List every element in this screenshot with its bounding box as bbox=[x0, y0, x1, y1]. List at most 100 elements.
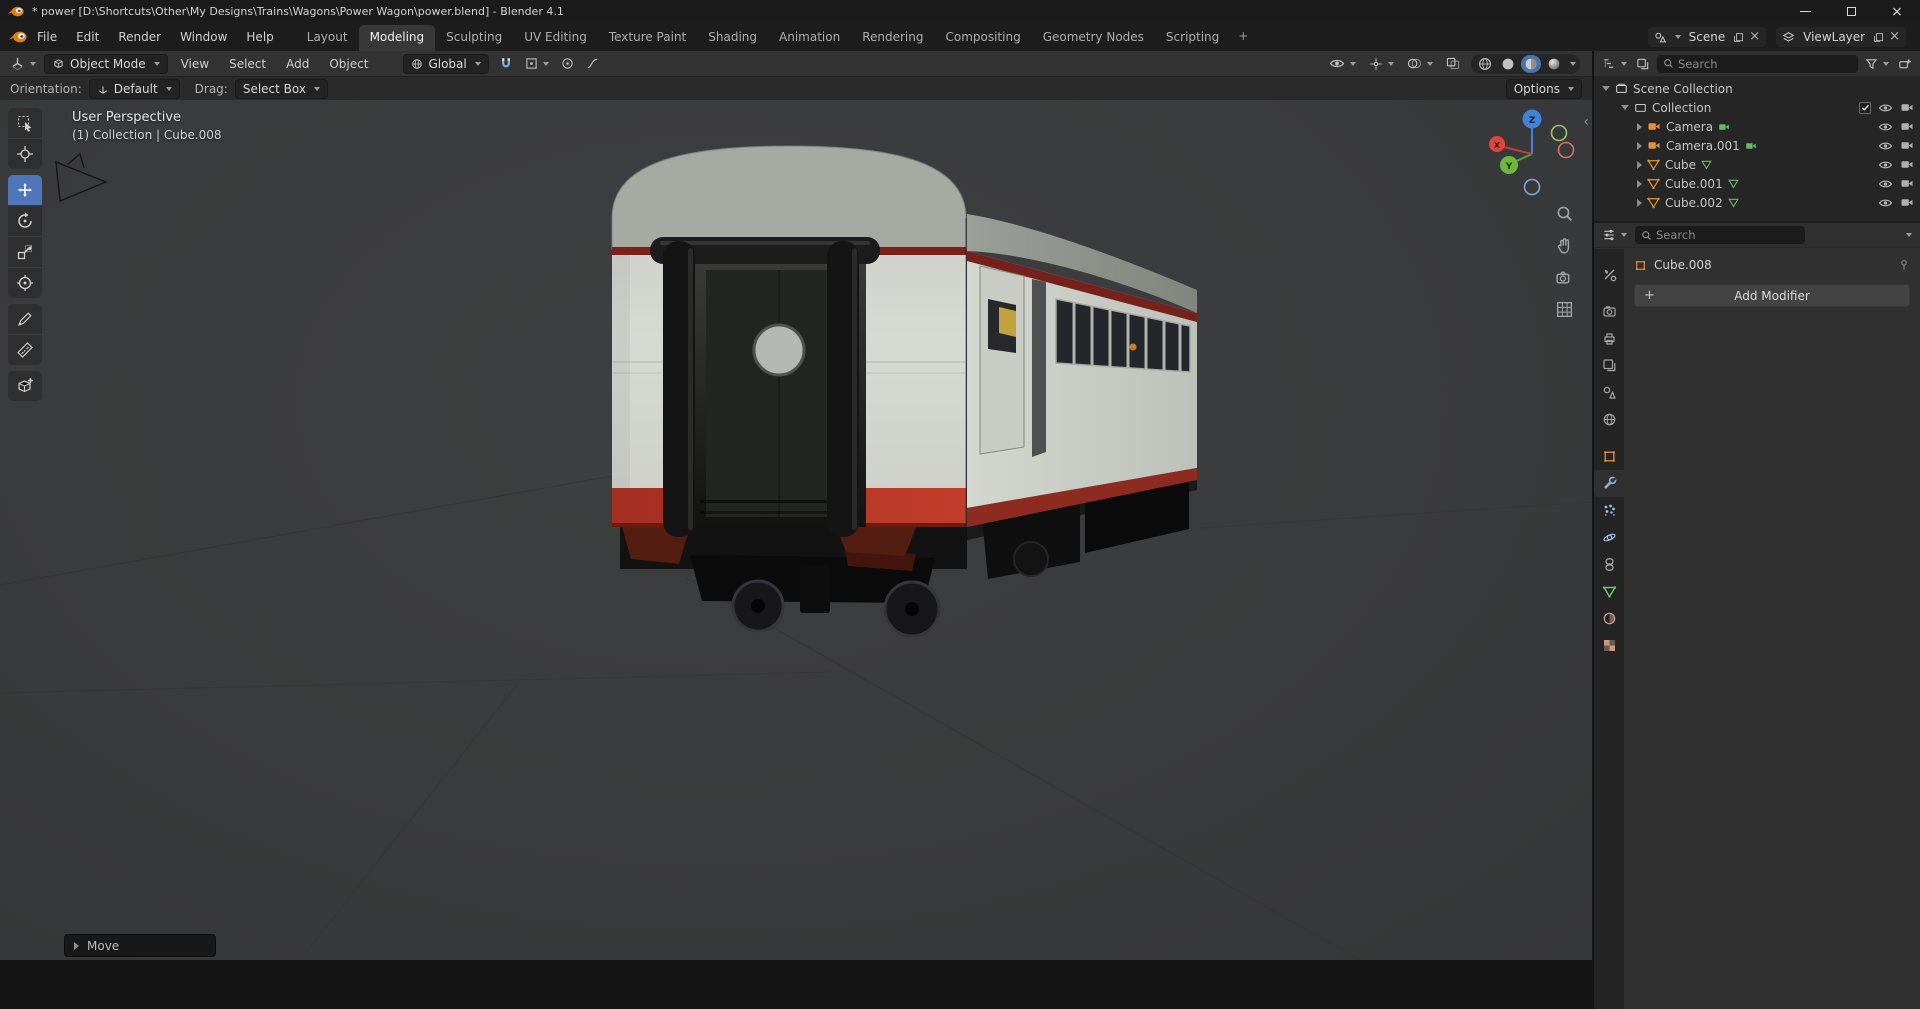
workspace-tab-sculpting[interactable]: Sculpting bbox=[435, 25, 513, 51]
camera-object-wireframe[interactable] bbox=[55, 152, 108, 203]
new-scene-icon[interactable] bbox=[1733, 32, 1744, 43]
eye-visibility-icon[interactable] bbox=[1878, 197, 1893, 209]
outliner-display-mode-button[interactable] bbox=[1634, 56, 1652, 72]
viewport-menu-add[interactable]: Add bbox=[279, 55, 316, 73]
viewlayer-selector[interactable]: ViewLayer × bbox=[1776, 27, 1906, 47]
pin-id-button[interactable] bbox=[1898, 259, 1910, 271]
outliner-row-camera[interactable]: Camera bbox=[1594, 117, 1920, 136]
scene-selector[interactable]: Scene × bbox=[1647, 27, 1767, 47]
object-visibility-dropdown[interactable] bbox=[1327, 56, 1358, 71]
outliner-filter-button[interactable] bbox=[1863, 56, 1891, 71]
proportional-falloff-dropdown[interactable] bbox=[584, 56, 601, 71]
outliner-row-camera-001[interactable]: Camera.001 bbox=[1594, 136, 1920, 155]
tab-texture[interactable] bbox=[1594, 632, 1624, 659]
new-collection-button[interactable] bbox=[1896, 56, 1914, 72]
tab-world[interactable] bbox=[1594, 406, 1624, 433]
eye-visibility-icon[interactable] bbox=[1878, 121, 1893, 133]
snap-target-dropdown[interactable] bbox=[523, 56, 551, 71]
tab-physics[interactable] bbox=[1594, 524, 1624, 551]
workspace-tab-compositing[interactable]: Compositing bbox=[934, 25, 1031, 51]
navigation-gizmo[interactable]: Z Y X bbox=[1484, 102, 1580, 202]
viewport-3d-scene[interactable] bbox=[0, 100, 1592, 960]
mode-dropdown[interactable]: Object Mode bbox=[44, 53, 168, 74]
tool-move[interactable] bbox=[8, 175, 42, 205]
outliner-search[interactable] bbox=[1657, 54, 1858, 73]
camera-view-icon[interactable] bbox=[1555, 268, 1574, 287]
tab-scene[interactable] bbox=[1594, 379, 1624, 406]
options-button[interactable]: Options bbox=[1505, 78, 1582, 99]
workspace-tab-scripting[interactable]: Scripting bbox=[1155, 25, 1230, 51]
eye-visibility-icon[interactable] bbox=[1878, 102, 1893, 114]
properties-editor-type-button[interactable] bbox=[1600, 227, 1629, 243]
add-workspace-button[interactable]: + bbox=[1230, 25, 1256, 51]
render-visibility-camera-icon[interactable] bbox=[1900, 121, 1914, 132]
outliner-row-scene-collection[interactable]: Scene Collection bbox=[1594, 79, 1920, 98]
operator-panel-move[interactable]: Move bbox=[64, 934, 216, 957]
workspace-tab-animation[interactable]: Animation bbox=[768, 25, 851, 51]
tool-rotate[interactable] bbox=[8, 206, 42, 236]
tab-tool[interactable] bbox=[1594, 261, 1624, 288]
eye-visibility-icon[interactable] bbox=[1878, 159, 1893, 171]
outliner-editor-type-button[interactable] bbox=[1600, 56, 1629, 72]
tab-render[interactable] bbox=[1594, 298, 1624, 325]
workspace-tab-modeling[interactable]: Modeling bbox=[358, 25, 436, 51]
menu-window[interactable]: Window bbox=[171, 27, 236, 47]
maximize-button[interactable] bbox=[1828, 0, 1874, 23]
outliner-row-cube-001[interactable]: Cube.001 bbox=[1594, 174, 1920, 193]
transform-orientation-dropdown[interactable]: Global bbox=[403, 53, 489, 74]
menu-render[interactable]: Render bbox=[109, 27, 170, 47]
menu-edit[interactable]: Edit bbox=[67, 27, 108, 47]
snap-toggle[interactable] bbox=[497, 55, 515, 72]
close-button[interactable]: × bbox=[1874, 0, 1920, 23]
unlink-scene-icon[interactable]: × bbox=[1749, 30, 1760, 43]
outliner-search-input[interactable] bbox=[1678, 56, 1852, 71]
workspace-tab-rendering[interactable]: Rendering bbox=[851, 25, 934, 51]
eye-visibility-icon[interactable] bbox=[1878, 140, 1893, 152]
outliner-row-collection[interactable]: Collection bbox=[1594, 98, 1920, 117]
tab-output[interactable] bbox=[1594, 325, 1624, 352]
overlays-dropdown[interactable] bbox=[1405, 56, 1435, 71]
shading-solid-button[interactable] bbox=[1498, 55, 1518, 73]
shading-wireframe-button[interactable] bbox=[1475, 55, 1495, 73]
tool-measure[interactable] bbox=[8, 335, 42, 365]
tab-object-data[interactable] bbox=[1594, 578, 1624, 605]
xray-toggle[interactable] bbox=[1444, 56, 1462, 71]
menu-help[interactable]: Help bbox=[237, 27, 282, 47]
render-visibility-camera-icon[interactable] bbox=[1900, 102, 1914, 113]
viewport-menu-object[interactable]: Object bbox=[322, 55, 375, 73]
gizmo-z-neg[interactable] bbox=[1523, 178, 1541, 196]
sidebar-toggle-arrow[interactable]: ‹ bbox=[1583, 114, 1589, 130]
workspace-tab-geometry-nodes[interactable]: Geometry Nodes bbox=[1032, 25, 1155, 51]
editor-type-button[interactable] bbox=[8, 55, 38, 72]
add-modifier-button[interactable]: + Add Modifier bbox=[1634, 284, 1910, 307]
gizmo-y-neg[interactable] bbox=[1550, 124, 1568, 142]
tab-constraints[interactable] bbox=[1594, 551, 1624, 578]
workspace-tab-shading[interactable]: Shading bbox=[697, 25, 768, 51]
viewport-canvas[interactable]: User Perspective (1) Collection | Cube.0… bbox=[0, 100, 1592, 960]
render-visibility-camera-icon[interactable] bbox=[1900, 178, 1914, 189]
gizmos-dropdown[interactable] bbox=[1367, 56, 1396, 72]
tool-add-cube[interactable] bbox=[8, 371, 42, 401]
viewport-menu-select[interactable]: Select bbox=[222, 55, 273, 73]
tool-annotate[interactable] bbox=[8, 304, 42, 334]
tool-orientation-dropdown[interactable]: Default bbox=[88, 78, 180, 99]
train-model[interactable] bbox=[611, 145, 1197, 638]
tool-scale[interactable] bbox=[8, 237, 42, 267]
properties-search-input[interactable] bbox=[1656, 228, 1799, 242]
viewport-menu-view[interactable]: View bbox=[174, 55, 216, 73]
properties-search[interactable] bbox=[1635, 226, 1805, 244]
blender-menu-icon[interactable] bbox=[8, 30, 27, 44]
tab-modifiers[interactable] bbox=[1594, 470, 1624, 497]
pan-hand-icon[interactable] bbox=[1555, 236, 1574, 255]
minimize-button[interactable] bbox=[1782, 0, 1828, 23]
properties-options-button[interactable] bbox=[1901, 232, 1914, 238]
ortho-grid-icon[interactable] bbox=[1555, 300, 1574, 319]
workspace-tab-texture-paint[interactable]: Texture Paint bbox=[598, 25, 697, 51]
menu-file[interactable]: File bbox=[28, 27, 66, 47]
collection-exclude-checkbox[interactable] bbox=[1859, 101, 1871, 114]
workspace-tab-layout[interactable]: Layout bbox=[296, 25, 359, 51]
drag-dropdown[interactable]: Select Box bbox=[234, 78, 328, 99]
tool-cursor[interactable] bbox=[8, 139, 42, 169]
tab-view-layer[interactable] bbox=[1594, 352, 1624, 379]
remove-viewlayer-icon[interactable]: × bbox=[1889, 30, 1900, 43]
